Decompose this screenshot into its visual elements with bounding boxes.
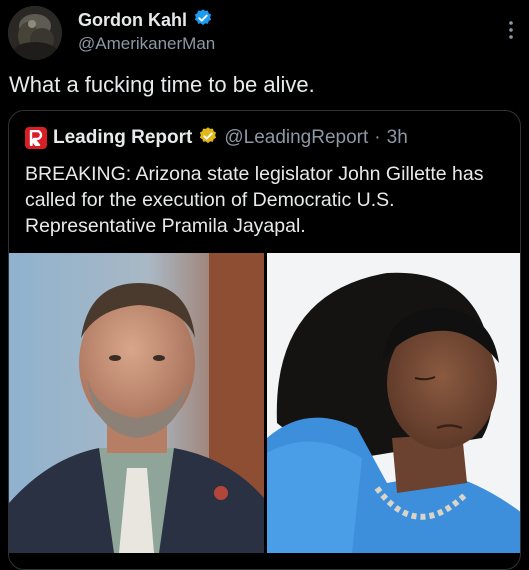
tweet-text: What a fucking time to be alive. bbox=[9, 72, 315, 97]
tweet-card: Gordon Kahl @AmerikanerMan What a fuckin… bbox=[0, 0, 529, 570]
quoted-header: Leading Report @LeadingReport · 3h bbox=[25, 125, 408, 151]
photo-woman-in-blue-jacket[interactable] bbox=[267, 253, 520, 553]
quoted-display-name[interactable]: Leading Report bbox=[53, 127, 192, 149]
verified-badge-icon bbox=[193, 8, 213, 33]
separator-dot: · bbox=[374, 127, 381, 148]
quoted-timestamp[interactable]: 3h bbox=[387, 127, 408, 149]
leading-report-logo-icon[interactable] bbox=[25, 127, 47, 149]
gold-verified-badge-icon bbox=[198, 126, 218, 151]
quoted-handle[interactable]: @LeadingReport bbox=[224, 127, 368, 149]
more-options-icon[interactable] bbox=[503, 18, 519, 42]
author-name-row: Gordon Kahl bbox=[78, 8, 213, 32]
quoted-text: BREAKING: Arizona state legislator John … bbox=[25, 163, 484, 237]
quoted-media bbox=[9, 253, 520, 553]
author-handle[interactable]: @AmerikanerMan bbox=[78, 34, 215, 54]
author-avatar[interactable] bbox=[8, 6, 62, 60]
photo-man-in-suit[interactable] bbox=[9, 253, 264, 553]
avatar-image bbox=[8, 6, 62, 60]
quoted-tweet[interactable]: Leading Report @LeadingReport · 3h BREAK… bbox=[8, 110, 521, 570]
author-display-name[interactable]: Gordon Kahl bbox=[78, 10, 187, 31]
